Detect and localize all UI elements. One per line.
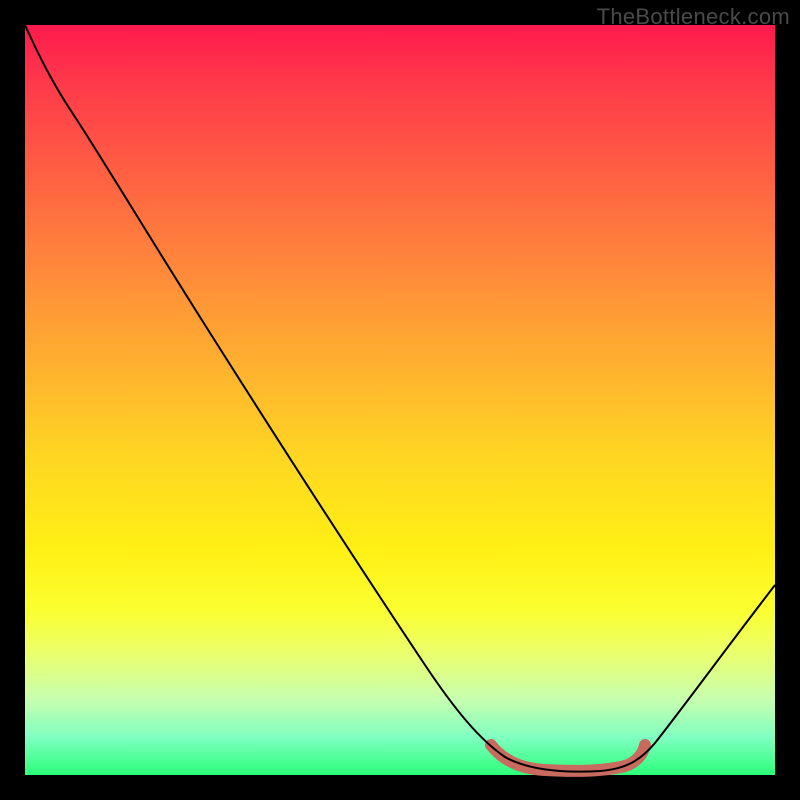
- watermark-text: TheBottleneck.com: [597, 4, 790, 30]
- bottleneck-curve-line: [25, 25, 775, 772]
- chart-frame: TheBottleneck.com: [0, 0, 800, 800]
- chart-plot-area: [25, 25, 775, 775]
- chart-svg: [25, 25, 775, 775]
